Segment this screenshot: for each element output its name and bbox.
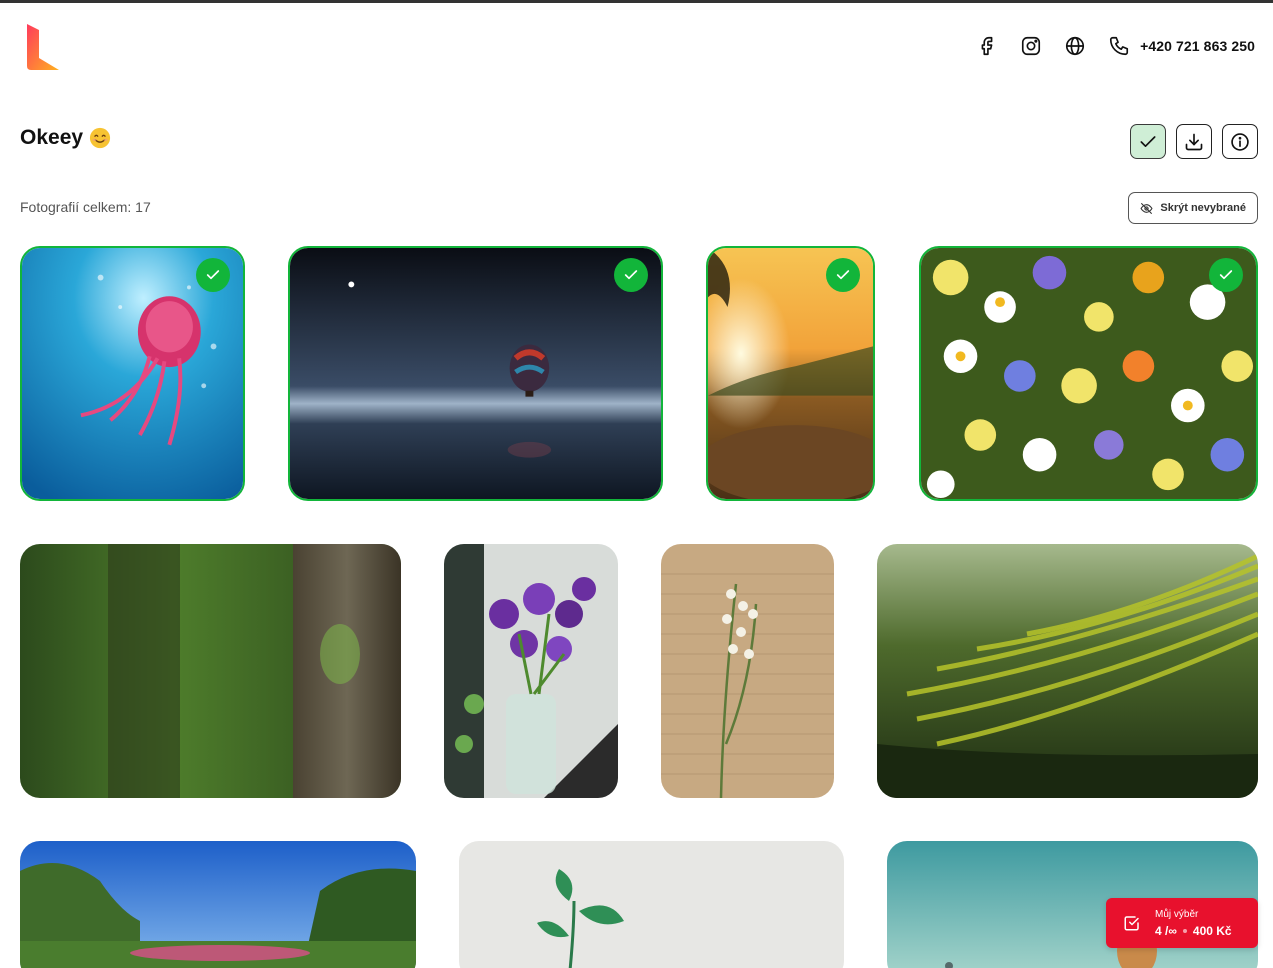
gallery-actions — [1130, 124, 1258, 159]
photo-tree-trunk[interactable] — [20, 544, 401, 798]
photo-park[interactable] — [20, 841, 416, 968]
download-button[interactable] — [1176, 124, 1212, 159]
selection-summary: Můj výběr 4 /∞ 400 Kč — [1155, 909, 1232, 938]
info-icon — [1231, 132, 1249, 151]
selected-check-badge[interactable] — [614, 258, 648, 292]
contact-bar: +420 721 863 250 — [976, 33, 1255, 59]
selected-check-badge[interactable] — [1209, 258, 1243, 292]
top-border — [0, 0, 1273, 3]
phone-number: +420 721 863 250 — [1140, 38, 1255, 54]
photo-sunset-rocks[interactable] — [706, 246, 875, 501]
download-icon — [1185, 133, 1203, 150]
facebook-icon[interactable] — [976, 35, 998, 57]
selected-check-badge[interactable] — [826, 258, 860, 292]
photo-purple-flowers[interactable] — [444, 544, 618, 798]
check-icon — [1219, 270, 1233, 280]
hide-unselected-label: Skrýt nevybrané — [1160, 202, 1246, 214]
photo-balloon-night[interactable] — [288, 246, 663, 501]
check-icon — [1140, 135, 1156, 147]
check-icon — [206, 270, 220, 280]
checkbox-icon — [1124, 916, 1139, 931]
photo-plant-sprout[interactable] — [459, 841, 844, 968]
photo-image — [459, 841, 844, 968]
photo-image — [290, 248, 661, 499]
smiling-face-emoji — [89, 127, 111, 149]
photo-image — [877, 544, 1258, 798]
gallery-title: Okeey — [20, 126, 84, 149]
phone-icon — [1108, 35, 1130, 57]
phone-link[interactable]: +420 721 863 250 — [1108, 35, 1255, 57]
separator-dot — [1182, 928, 1187, 933]
photo-rice-terraces[interactable] — [877, 544, 1258, 798]
info-button[interactable] — [1222, 124, 1258, 159]
selected-check-badge[interactable] — [196, 258, 230, 292]
photo-image — [20, 544, 401, 798]
photo-count: Fotografií celkem: 17 — [20, 199, 151, 215]
selection-count: 4 /∞ — [1155, 923, 1177, 938]
check-icon — [624, 270, 638, 280]
gallery-title-row: Okeey — [20, 126, 111, 150]
selection-price: 400 Kč — [1192, 923, 1232, 938]
photo-image — [921, 248, 1256, 499]
instagram-icon[interactable] — [1020, 35, 1042, 57]
selection-values: 4 /∞ 400 Kč — [1155, 924, 1232, 938]
photo-image — [444, 544, 618, 798]
photo-flowers[interactable] — [919, 246, 1258, 501]
hide-unselected-button[interactable]: Skrýt nevybrané — [1128, 192, 1258, 224]
my-selection-widget[interactable]: Můj výběr 4 /∞ 400 Kč — [1106, 898, 1258, 948]
photo-image — [661, 544, 834, 798]
eye-off-icon — [1140, 202, 1153, 214]
selection-label: Můj výběr — [1155, 908, 1199, 920]
select-all-button[interactable] — [1130, 124, 1166, 159]
logo[interactable] — [25, 24, 59, 70]
photo-jellyfish[interactable] — [20, 246, 245, 501]
photo-lily-of-the-valley[interactable] — [661, 544, 834, 798]
check-icon — [836, 270, 850, 280]
photo-image — [20, 841, 416, 968]
globe-icon[interactable] — [1064, 35, 1086, 57]
